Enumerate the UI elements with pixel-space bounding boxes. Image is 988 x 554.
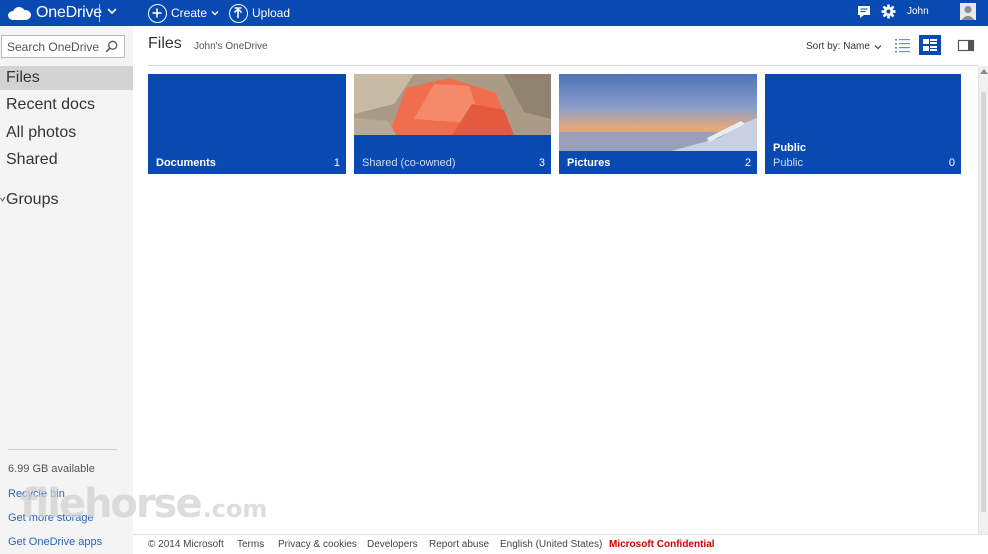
avatar-icon[interactable] [960, 3, 976, 20]
create-label: Create [171, 6, 208, 20]
onedrive-cloud-icon [8, 6, 32, 20]
copyright: © 2014 Microsoft [148, 539, 224, 550]
item-count: 0 [948, 157, 955, 169]
sidebar-item-label: Shared [6, 151, 58, 168]
folder-sharing-status: Public [773, 157, 803, 169]
upload-arrow-icon [229, 3, 248, 23]
item-count: 2 [744, 157, 751, 169]
main-content: Files John's OneDrive Sort by: Name Docu… [133, 26, 978, 534]
upload-label: Upload [252, 6, 291, 20]
chevron-down-icon [0, 196, 6, 202]
item-count: 1 [333, 157, 340, 169]
header-divider [148, 65, 978, 66]
left-navigation: Files Recent docs All photos Shared Grou… [0, 26, 133, 554]
search-icon[interactable] [105, 40, 118, 53]
confidential-label: Microsoft Confidential [609, 539, 715, 550]
upload-button[interactable]: Upload [229, 2, 290, 24]
get-onedrive-apps-link[interactable]: Get OneDrive apps [8, 536, 102, 548]
sidebar-item-groups[interactable]: Groups [0, 188, 133, 212]
folder-tile-pictures[interactable]: Pictures 2 [559, 74, 757, 174]
chevron-down-icon[interactable] [106, 2, 118, 22]
chevron-down-icon [211, 11, 219, 16]
onedrive-logo[interactable]: OneDrive [8, 3, 102, 23]
sidebar-item-label: Groups [6, 191, 59, 208]
folder-name: Documents [156, 157, 216, 169]
folder-tile-documents[interactable]: Documents 1 [148, 74, 346, 174]
terms-link[interactable]: Terms [237, 539, 264, 550]
sidebar-item-shared[interactable]: Shared [0, 148, 133, 172]
scroll-up-arrow-icon[interactable] [980, 69, 988, 74]
sidebar-divider [8, 449, 117, 450]
folder-thumbnail [354, 74, 551, 135]
sidebar-item-label: All photos [6, 124, 77, 141]
folder-thumbnail [559, 74, 757, 151]
plus-circle-icon [148, 3, 167, 23]
report-abuse-link[interactable]: Report abuse [429, 539, 489, 550]
developers-link[interactable]: Developers [367, 539, 418, 550]
sidebar-item-label: Files [6, 69, 40, 86]
item-count: 3 [538, 157, 545, 169]
folder-tile-public[interactable]: Public Public 0 [765, 74, 961, 174]
sidebar-item-files[interactable]: Files [0, 66, 133, 90]
create-button[interactable]: Create [148, 2, 220, 24]
folder-title: Public [773, 142, 807, 154]
feedback-icon[interactable] [857, 5, 871, 19]
search-box[interactable] [1, 35, 125, 58]
page-title: Files [148, 35, 182, 52]
storage-available: 6.99 GB available [8, 463, 95, 475]
details-pane-icon[interactable] [955, 35, 977, 55]
sort-label: Sort by: Name [806, 41, 870, 52]
footer: © 2014 Microsoft Terms Privacy & cookies… [133, 534, 988, 554]
folder-name: Pictures [567, 157, 611, 169]
folder-tile-shared[interactable]: Shared (co-owned) 3 [354, 74, 551, 174]
sidebar-item-all-photos[interactable]: All photos [0, 121, 133, 145]
scroll-thumb[interactable] [981, 92, 986, 512]
user-name[interactable]: John [907, 6, 929, 17]
brand-separator [99, 4, 100, 22]
get-more-storage-link[interactable]: Get more storage [8, 512, 94, 524]
vertical-scrollbar[interactable] [978, 66, 988, 534]
search-input[interactable] [2, 36, 102, 57]
breadcrumb[interactable]: John's OneDrive [194, 41, 268, 52]
thumbnail-view-icon[interactable] [919, 35, 941, 55]
gear-icon[interactable] [881, 4, 896, 19]
language-link[interactable]: English (United States) [500, 539, 602, 550]
brand-name: OneDrive [36, 4, 102, 21]
recycle-bin-link[interactable]: Recycle bin [8, 488, 65, 500]
list-view-icon[interactable] [892, 35, 914, 55]
folder-name: Shared (co-owned) [362, 157, 456, 169]
top-bar: OneDrive Create Upload John [0, 0, 988, 26]
privacy-link[interactable]: Privacy & cookies [278, 539, 357, 550]
chevron-down-icon [874, 44, 882, 49]
sidebar-item-recent-docs[interactable]: Recent docs [0, 93, 133, 117]
sidebar-item-label: Recent docs [6, 96, 95, 113]
sort-dropdown[interactable]: Sort by: Name [806, 41, 883, 52]
